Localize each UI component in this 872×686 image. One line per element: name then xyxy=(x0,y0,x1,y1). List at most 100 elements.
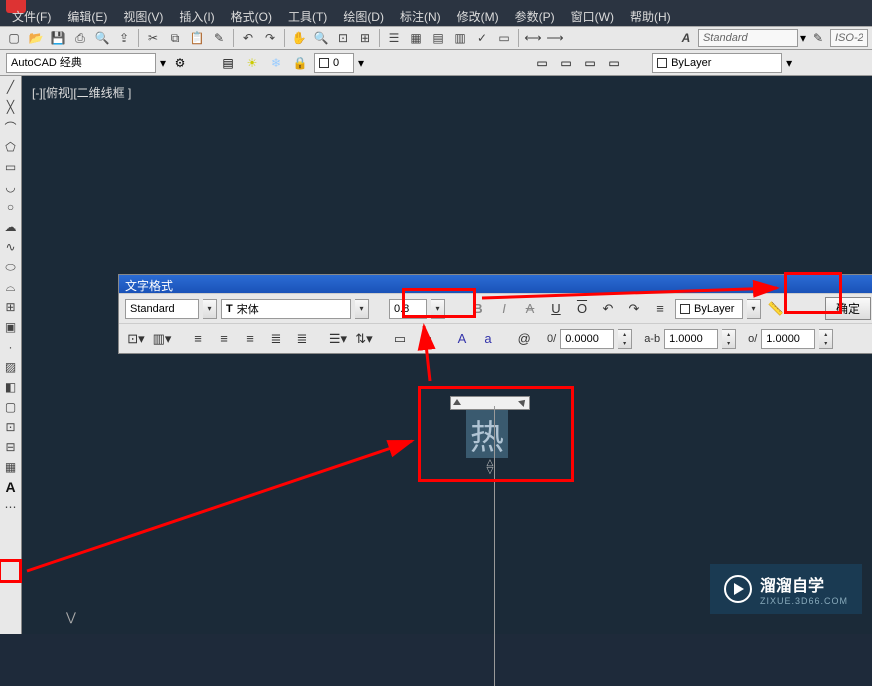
zoom-previous-icon[interactable]: ⊞ xyxy=(355,28,375,48)
layer-off-icon[interactable]: ▭ xyxy=(580,53,600,73)
circle-icon[interactable]: ○ xyxy=(2,198,20,216)
open-icon[interactable]: 📂 xyxy=(26,28,46,48)
pan-icon[interactable]: ✋ xyxy=(289,28,309,48)
copy-icon[interactable]: ⧉ xyxy=(165,28,185,48)
menu-help[interactable]: 帮助(H) xyxy=(622,6,679,27)
dimstyle-icon[interactable]: ✎ xyxy=(808,28,828,48)
dropdown-icon[interactable]: ▾ xyxy=(800,31,806,45)
sheet-set-icon[interactable]: ▥ xyxy=(450,28,470,48)
align-left-icon[interactable]: ≡ xyxy=(187,329,209,349)
revcloud-icon[interactable]: ☁ xyxy=(2,218,20,236)
overline-icon[interactable]: O xyxy=(571,299,593,319)
spinner-icon[interactable]: ▴▾ xyxy=(618,329,632,349)
layer-state-icon[interactable]: ▭ xyxy=(532,53,552,73)
workspace-combo[interactable]: AutoCAD 经典 xyxy=(6,53,156,73)
block-icon[interactable]: ▣ xyxy=(2,318,20,336)
insert-icon[interactable]: ⊞ xyxy=(2,298,20,316)
wipeout-icon[interactable]: ⊟ xyxy=(2,438,20,456)
distribute-icon[interactable]: ≣ xyxy=(291,329,313,349)
menu-window[interactable]: 窗口(W) xyxy=(563,6,622,27)
text-color-combo[interactable]: ByLayer xyxy=(675,299,743,319)
markup-icon[interactable]: ✓ xyxy=(472,28,492,48)
print-preview-icon[interactable]: 🔍 xyxy=(92,28,112,48)
polygon-icon[interactable]: ⬠ xyxy=(2,138,20,156)
uppercase-icon[interactable]: A xyxy=(451,329,473,349)
menu-params[interactable]: 参数(P) xyxy=(507,6,563,27)
redo-icon[interactable]: ↷ xyxy=(260,28,280,48)
calc-icon[interactable]: ▭ xyxy=(494,28,514,48)
tracking-input[interactable] xyxy=(560,329,614,349)
dim-style-combo[interactable] xyxy=(830,29,868,47)
cut-icon[interactable]: ✂ xyxy=(143,28,163,48)
layer-iso-icon[interactable]: ▭ xyxy=(556,53,576,73)
dropdown-icon[interactable]: ▾ xyxy=(160,56,166,70)
xline-icon[interactable]: ╳ xyxy=(2,98,20,116)
freeze-icon[interactable]: ❄ xyxy=(266,53,286,73)
viewport-label[interactable]: [-][俯视][二维线框 ] xyxy=(32,84,131,101)
zoom-realtime-icon[interactable]: 🔍 xyxy=(311,28,331,48)
add-icon[interactable]: ⋯ xyxy=(2,498,20,516)
menu-format[interactable]: 格式(O) xyxy=(223,6,280,27)
gear-icon[interactable]: ⚙ xyxy=(170,53,190,73)
properties-icon[interactable]: ☰ xyxy=(384,28,404,48)
sun-icon[interactable]: ☀ xyxy=(242,53,262,73)
lowercase-icon[interactable]: a xyxy=(477,329,499,349)
rectangle-icon[interactable]: ▭ xyxy=(2,158,20,176)
design-center-icon[interactable]: ▦ xyxy=(406,28,426,48)
print-icon[interactable]: ⎙ xyxy=(70,28,90,48)
tool-palette-icon[interactable]: ▤ xyxy=(428,28,448,48)
lock-icon[interactable]: 🔒 xyxy=(290,53,310,73)
italic-icon[interactable]: I xyxy=(493,299,515,319)
text-style-selector[interactable]: Standard xyxy=(125,299,199,319)
dropdown-icon[interactable]: ▾ xyxy=(203,299,217,319)
menu-view[interactable]: 视图(V) xyxy=(115,6,171,27)
oblique-input[interactable] xyxy=(761,329,815,349)
paste-icon[interactable]: 📋 xyxy=(187,28,207,48)
spinner-icon[interactable]: ▴▾ xyxy=(819,329,833,349)
publish-icon[interactable]: ⇪ xyxy=(114,28,134,48)
text-style-combo[interactable] xyxy=(698,29,798,47)
boundary-icon[interactable]: ⊡ xyxy=(2,418,20,436)
justify-icon[interactable]: ⊡▾ xyxy=(125,329,147,349)
align-center-icon[interactable]: ≡ xyxy=(213,329,235,349)
menu-file[interactable]: 文件(F) xyxy=(4,6,59,27)
line-icon[interactable]: ╱ xyxy=(2,78,20,96)
dropdown-icon[interactable]: ▾ xyxy=(747,299,761,319)
underline-icon[interactable]: U xyxy=(545,299,567,319)
arc-icon[interactable]: ◡ xyxy=(2,178,20,196)
font-selector[interactable]: T 宋体 xyxy=(221,299,351,319)
region-icon[interactable]: ▢ xyxy=(2,398,20,416)
ellipse-icon[interactable]: ⬭ xyxy=(2,258,20,276)
menu-dimension[interactable]: 标注(N) xyxy=(392,6,449,27)
zoom-window-icon[interactable]: ⊡ xyxy=(333,28,353,48)
width-factor-input[interactable] xyxy=(664,329,718,349)
menu-insert[interactable]: 插入(I) xyxy=(171,6,222,27)
color-combo[interactable]: ByLayer xyxy=(652,53,782,73)
layer-prev-icon[interactable]: ▭ xyxy=(604,53,624,73)
dropdown-icon[interactable]: ▾ xyxy=(355,299,369,319)
dropdown-icon[interactable]: ▾ xyxy=(786,56,792,70)
gradient-icon[interactable]: ◧ xyxy=(2,378,20,396)
align-right-icon[interactable]: ≡ xyxy=(239,329,261,349)
dropdown-icon[interactable]: ▾ xyxy=(358,56,364,70)
match-icon[interactable]: ✎ xyxy=(209,28,229,48)
stack-icon[interactable]: ≡ xyxy=(649,299,671,319)
field-icon[interactable]: ▭ xyxy=(389,329,411,349)
columns-icon[interactable]: ▥▾ xyxy=(151,329,173,349)
drawing-canvas[interactable]: [-][俯视][二维线框 ] 文字格式 Standard ▾ T 宋体 ▾ ▾ … xyxy=(22,76,872,634)
menu-edit[interactable]: 编辑(E) xyxy=(59,6,115,27)
bullets-icon[interactable]: ☰▾ xyxy=(327,329,349,349)
justify-full-icon[interactable]: ≣ xyxy=(265,329,287,349)
polyline-icon[interactable]: ⌒ xyxy=(2,118,20,136)
linespacing-icon[interactable]: ⇅▾ xyxy=(353,329,375,349)
point-icon[interactable]: · xyxy=(2,338,20,356)
mtext-icon[interactable]: A xyxy=(2,478,20,496)
layer-combo[interactable]: 0 xyxy=(314,53,354,73)
at-symbol-icon[interactable]: @ xyxy=(513,329,535,349)
redo-icon[interactable]: ↷ xyxy=(623,299,645,319)
new-icon[interactable]: ▢ xyxy=(4,28,24,48)
ellipse-arc-icon[interactable]: ⌓ xyxy=(2,278,20,296)
dim2-icon[interactable]: ⟶ xyxy=(545,28,565,48)
table-icon[interactable]: ▦ xyxy=(2,458,20,476)
layer-manager-icon[interactable]: ▤ xyxy=(218,53,238,73)
